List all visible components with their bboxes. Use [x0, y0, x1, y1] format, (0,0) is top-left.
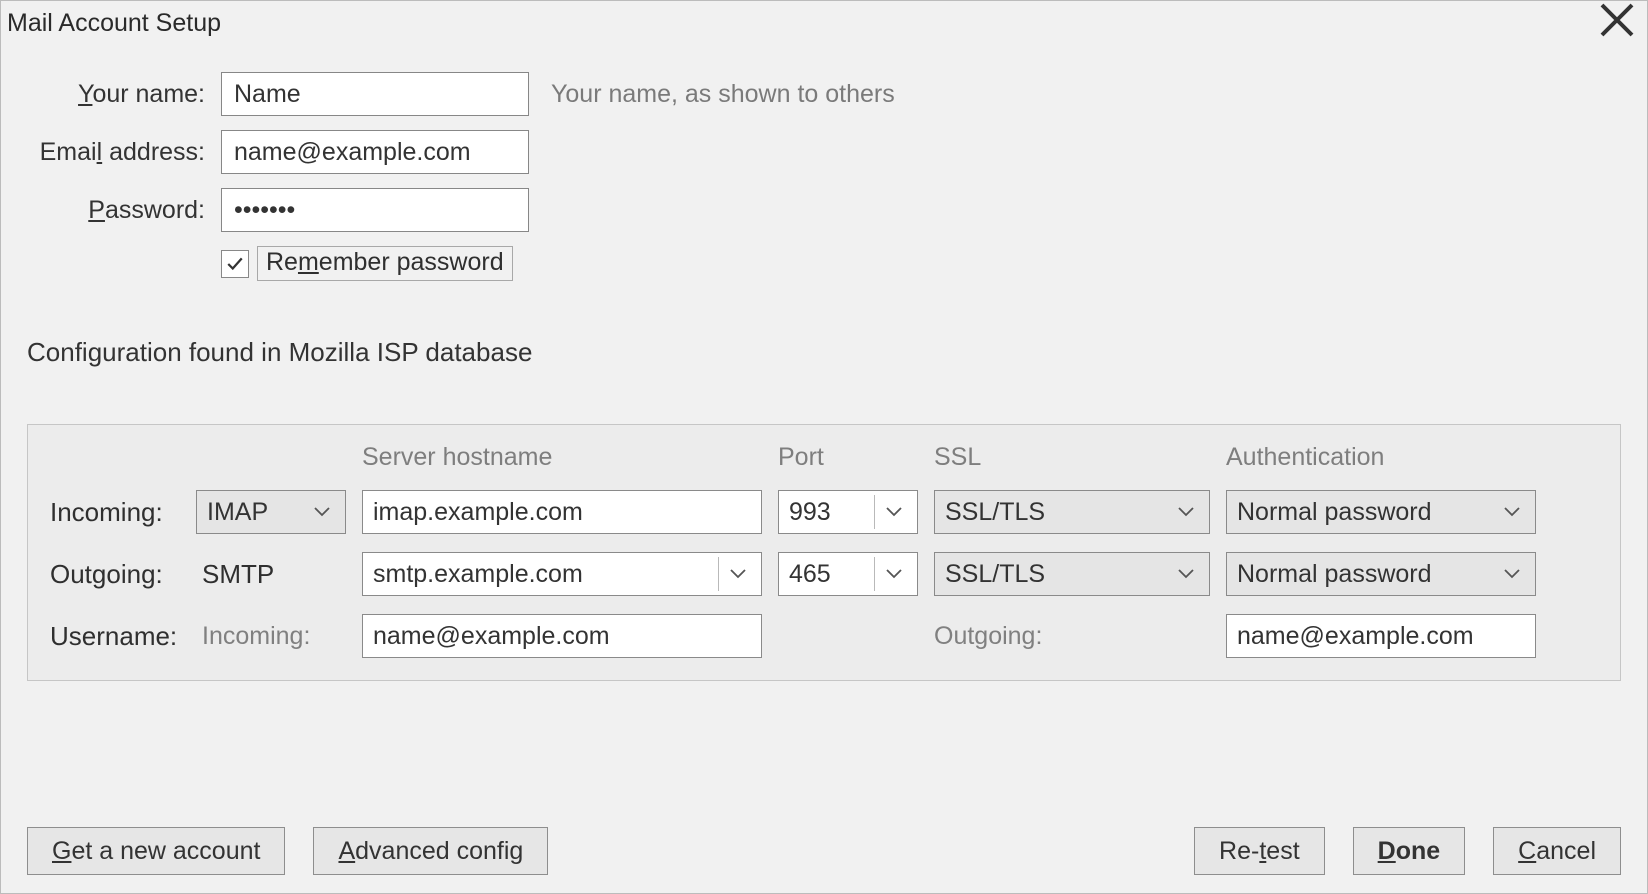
chevron-down-icon	[723, 569, 753, 579]
email-input[interactable]	[221, 130, 529, 174]
mail-account-setup-window: Mail Account Setup Your name: Your name,…	[0, 0, 1648, 894]
outgoing-hostname-select[interactable]: smtp.example.com	[362, 552, 762, 596]
chevron-down-icon	[1171, 507, 1201, 517]
remember-password-label[interactable]: Remember password	[257, 246, 513, 281]
incoming-ssl-value: SSL/TLS	[945, 498, 1045, 527]
incoming-row-label: Incoming:	[50, 497, 180, 528]
outgoing-auth-value: Normal password	[1237, 560, 1432, 589]
advanced-config-button[interactable]: Advanced config	[313, 827, 548, 875]
chevron-down-icon	[307, 507, 337, 517]
outgoing-row-label: Outgoing:	[50, 559, 180, 590]
cancel-button[interactable]: Cancel	[1493, 827, 1621, 875]
username-row-label: Username:	[50, 621, 180, 652]
server-config-panel: Server hostname Port SSL Authentication …	[27, 424, 1621, 681]
outgoing-hostname-value: smtp.example.com	[373, 560, 583, 589]
username-outgoing-sublabel: Outgoing:	[934, 622, 1210, 651]
incoming-ssl-select[interactable]: SSL/TLS	[934, 490, 1210, 534]
incoming-auth-select[interactable]: Normal password	[1226, 490, 1536, 534]
name-input[interactable]	[221, 72, 529, 116]
remember-password-checkbox[interactable]	[221, 250, 249, 278]
username-outgoing-input[interactable]: name@example.com	[1226, 614, 1536, 658]
chevron-down-icon	[879, 569, 909, 579]
incoming-port-select[interactable]: 993	[778, 490, 918, 534]
username-incoming-sublabel: Incoming:	[196, 622, 346, 651]
header-authentication: Authentication	[1226, 443, 1536, 472]
footer-buttons: Get a new account Advanced config Re-tes…	[27, 827, 1621, 875]
username-outgoing-value: name@example.com	[1237, 622, 1474, 651]
outgoing-ssl-value: SSL/TLS	[945, 560, 1045, 589]
username-incoming-value: name@example.com	[373, 622, 610, 651]
username-incoming-input[interactable]: name@example.com	[362, 614, 762, 658]
password-label: Password:	[27, 196, 221, 225]
header-ssl: SSL	[934, 443, 1210, 472]
get-new-account-button[interactable]: Get a new account	[27, 827, 285, 875]
email-label: Email address:	[27, 138, 221, 167]
outgoing-auth-select[interactable]: Normal password	[1226, 552, 1536, 596]
incoming-protocol-select[interactable]: IMAP	[196, 490, 346, 534]
chevron-down-icon	[879, 507, 909, 517]
name-hint: Your name, as shown to others	[551, 80, 895, 109]
titlebar: Mail Account Setup	[1, 1, 1647, 42]
header-port: Port	[778, 443, 918, 472]
header-server-hostname: Server hostname	[362, 443, 762, 472]
outgoing-ssl-select[interactable]: SSL/TLS	[934, 552, 1210, 596]
close-icon[interactable]	[1597, 0, 1637, 47]
chevron-down-icon	[1497, 507, 1527, 517]
incoming-protocol-value: IMAP	[207, 498, 268, 527]
content-area: Your name: Your name, as shown to others…	[1, 42, 1647, 681]
window-title: Mail Account Setup	[7, 9, 221, 38]
incoming-hostname-value: imap.example.com	[373, 498, 583, 527]
incoming-port-value: 993	[789, 498, 831, 527]
done-button[interactable]: Done	[1353, 827, 1466, 875]
incoming-auth-value: Normal password	[1237, 498, 1432, 527]
outgoing-protocol-value: SMTP	[196, 559, 346, 590]
incoming-hostname-input[interactable]: imap.example.com	[362, 490, 762, 534]
status-message: Configuration found in Mozilla ISP datab…	[27, 337, 1621, 368]
chevron-down-icon	[1171, 569, 1201, 579]
outgoing-port-value: 465	[789, 560, 831, 589]
chevron-down-icon	[1497, 569, 1527, 579]
name-label: Your name:	[27, 80, 221, 109]
outgoing-port-select[interactable]: 465	[778, 552, 918, 596]
password-input[interactable]	[221, 188, 529, 232]
retest-button[interactable]: Re-test	[1194, 827, 1325, 875]
